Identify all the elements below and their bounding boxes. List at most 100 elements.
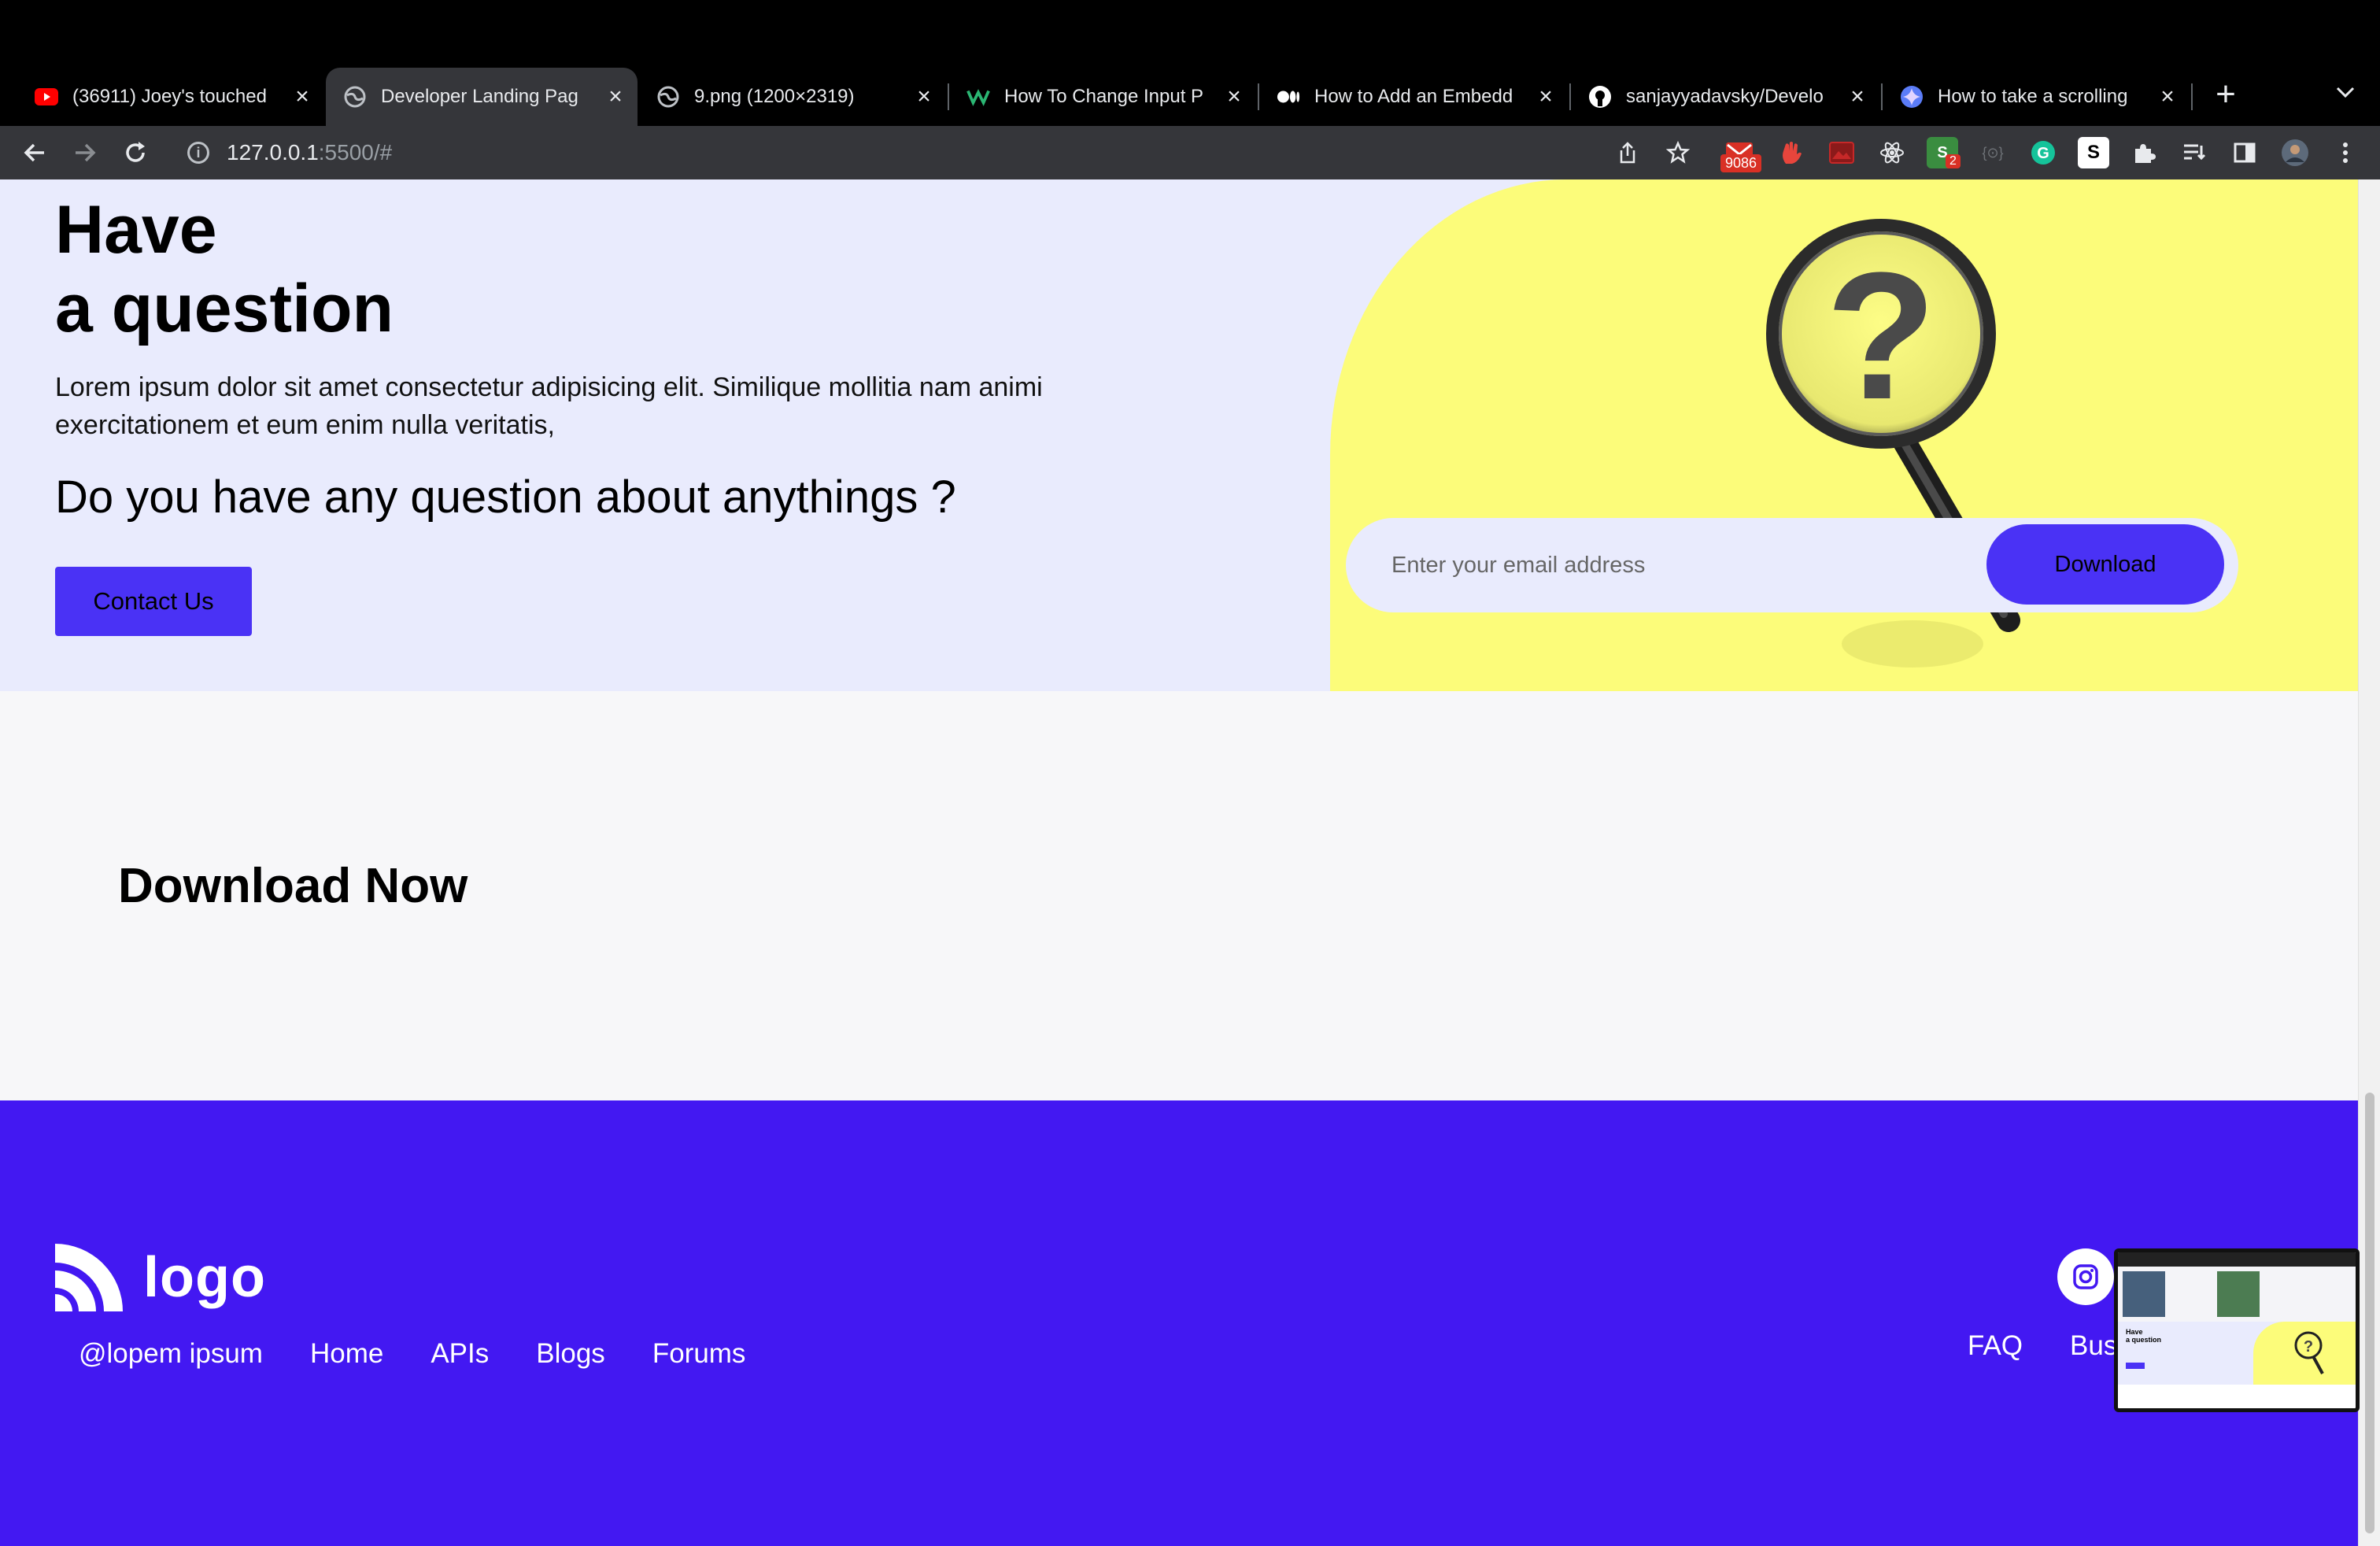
download-heading-bold: Download [118, 859, 352, 913]
debug-extension-icon[interactable]: {⊙} [1977, 137, 2009, 168]
email-input[interactable] [1391, 542, 1974, 589]
footer-logo[interactable]: logo [55, 1244, 266, 1311]
magnifier-question-image: ? [1330, 179, 2358, 691]
browser-menu-icon[interactable] [2330, 137, 2361, 168]
new-tab-button[interactable]: + [2207, 77, 2245, 115]
logo-text: logo [143, 1246, 266, 1309]
youtube-icon [35, 85, 58, 109]
tab-gemini[interactable]: How to take a scrolling × [1883, 68, 2190, 126]
bookmark-star-icon[interactable] [1662, 137, 1694, 168]
side-panel-icon[interactable] [2229, 137, 2260, 168]
scribe-extension-icon[interactable]: S [2078, 137, 2109, 168]
thumbnail-cards-row [2118, 1267, 2356, 1322]
back-arrow-icon[interactable] [16, 134, 54, 172]
faq-heading-line1: Have [55, 192, 217, 268]
share-icon[interactable] [1612, 137, 1643, 168]
tab-medium[interactable]: How to Add an Embedd × [1259, 68, 1568, 126]
webflow-icon [966, 85, 990, 109]
tab-title: sanjayyadavsky/Develo [1626, 86, 1824, 107]
tab-title: 9.png (1200×2319) [694, 86, 855, 107]
tab-title: Developer Landing Pag [381, 86, 578, 107]
grammarly-icon[interactable]: G [2027, 137, 2059, 168]
tab-title: How to take a scrolling [1938, 86, 2128, 107]
url-path: :5500/# [318, 140, 393, 165]
footer-link-faq[interactable]: FAQ [1968, 1330, 2023, 1362]
footer-link-apis[interactable]: APIs [431, 1338, 489, 1370]
thumbnail-faq-heading: Have a question [2126, 1328, 2161, 1344]
tab-title: How To Change Input P [1004, 86, 1204, 107]
medium-icon [1277, 85, 1300, 109]
browser-tabstrip: (36911) Joey's touched × Developer Landi… [0, 0, 2380, 126]
thumbnail-browser-bar [2118, 1252, 2356, 1267]
thumbnail-card-image [2217, 1271, 2260, 1317]
browser-toolbar: i 127.0.0.1:5500/# S {⊙} G S [0, 126, 2380, 179]
contact-us-button[interactable]: Contact Us [55, 567, 252, 636]
globe-icon [343, 85, 367, 109]
extensions-puzzle-icon[interactable] [2128, 137, 2160, 168]
svg-text:G: G [2037, 145, 2049, 162]
close-icon[interactable]: × [1535, 85, 1557, 109]
thumbnail-button [2126, 1363, 2145, 1369]
thumbnail-heading-line2: a question [2126, 1336, 2162, 1344]
close-icon[interactable]: × [1223, 85, 1245, 109]
footer-link-blogs[interactable]: Blogs [536, 1338, 605, 1370]
faq-section: Have a question Lorem ipsum dolor sit am… [0, 179, 2358, 691]
page-scrollbar[interactable] [2358, 179, 2380, 1546]
react-devtools-icon[interactable] [1876, 137, 1908, 168]
footer-link-home[interactable]: Home [310, 1338, 383, 1370]
forward-arrow-icon[interactable] [66, 134, 104, 172]
thumbnail-heading-line1: Have [2126, 1328, 2143, 1336]
svg-text:?: ? [2304, 1338, 2313, 1356]
faq-heading-line2: a question [55, 271, 394, 346]
image-extension-icon[interactable] [1826, 137, 1857, 168]
tab-separator [2191, 83, 2193, 110]
profile-avatar[interactable] [2279, 137, 2311, 168]
faq-question: Do you have any question about anythings… [55, 472, 956, 523]
close-icon[interactable]: × [2156, 85, 2179, 109]
close-icon[interactable]: × [291, 85, 313, 109]
gemini-icon [1900, 85, 1924, 109]
thumbnail-magnifier-icon: ? [2294, 1331, 2324, 1374]
footer-link-business[interactable]: Bus [2070, 1330, 2117, 1362]
tab-youtube[interactable]: (36911) Joey's touched × [17, 68, 324, 126]
sheets-extension-badge: 2 [1946, 154, 1961, 168]
tab-webflow[interactable]: How To Change Input P × [949, 68, 1256, 126]
faq-heading: Have a question [55, 190, 685, 348]
logo-rss-icon [55, 1244, 123, 1311]
download-section: Download Now [0, 691, 2358, 1100]
address-bar[interactable]: i 127.0.0.1:5500/# [170, 131, 1728, 175]
instagram-icon[interactable] [2057, 1248, 2114, 1305]
gmail-unread-badge: 9086 [1720, 154, 1762, 172]
close-icon[interactable]: × [604, 85, 626, 109]
adblock-extension-icon[interactable] [1776, 137, 1807, 168]
faq-description: Lorem ipsum dolor sit amet consectetur a… [55, 372, 1043, 440]
tab-search-chevron-icon[interactable] [2330, 79, 2361, 110]
download-heading-rest: Now [351, 859, 468, 913]
screenshot-preview-thumbnail[interactable]: Have a question ? [2114, 1248, 2360, 1412]
github-icon [1588, 85, 1612, 109]
thumbnail-faq-section: Have a question ? [2118, 1322, 2356, 1385]
tab-developer-landing[interactable]: Developer Landing Pag × [326, 68, 638, 126]
tab-github[interactable]: sanjayyadavsky/Develo × [1571, 68, 1879, 126]
reading-list-icon[interactable] [2179, 137, 2210, 168]
reload-icon[interactable] [116, 134, 154, 172]
download-button[interactable]: Download [1986, 524, 2224, 605]
tab-title: How to Add an Embedd [1314, 86, 1513, 107]
thumbnail-card-image [2123, 1271, 2165, 1317]
download-heading: Download Now [118, 858, 468, 914]
scrollbar-thumb[interactable] [2365, 1093, 2374, 1533]
url-host: 127.0.0.1 [227, 140, 319, 165]
magnifying-glass-illustration: ? [1766, 219, 2020, 668]
tab-png-image[interactable]: 9.png (1200×2319) × [639, 68, 946, 126]
site-info-icon[interactable]: i [187, 142, 209, 164]
footer: logo @lopem ipsum Home APIs Blogs Forums… [0, 1100, 2358, 1546]
footer-link-forums[interactable]: Forums [652, 1338, 746, 1370]
close-icon[interactable]: × [1846, 85, 1868, 109]
footer-link-handle[interactable]: @lopem ipsum [79, 1338, 263, 1370]
tab-title: (36911) Joey's touched [72, 86, 267, 107]
svg-text:?: ? [1826, 235, 1937, 437]
close-icon[interactable]: × [913, 85, 935, 109]
globe-icon [656, 85, 680, 109]
thumbnail-yellow-image: ? [2253, 1322, 2356, 1385]
footer-nav: @lopem ipsum Home APIs Blogs Forums [79, 1338, 793, 1370]
